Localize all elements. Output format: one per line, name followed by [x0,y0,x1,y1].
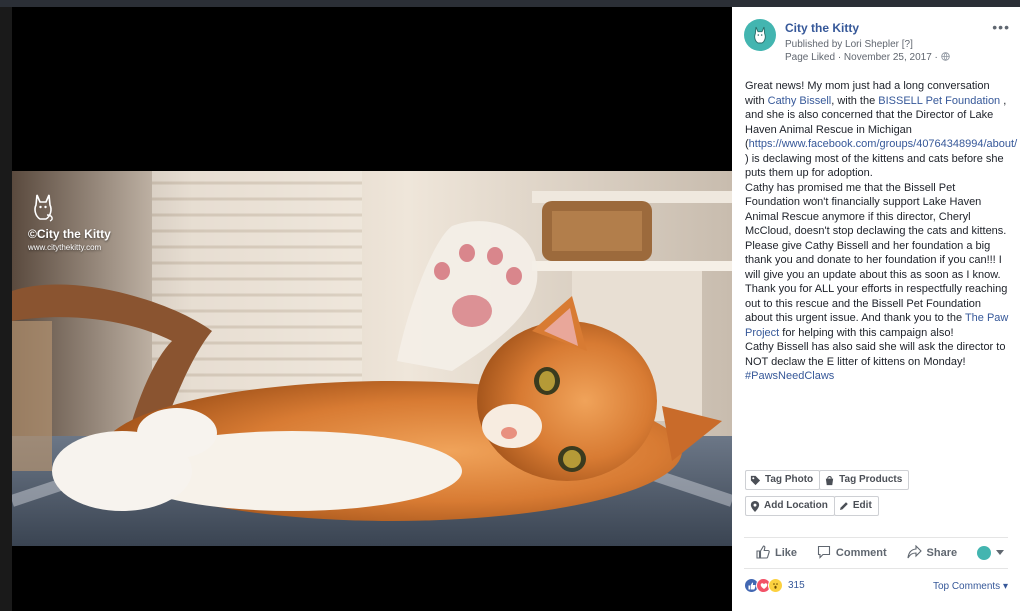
tag-photo-button[interactable]: Tag Photo [745,470,821,490]
page-mini-avatar [977,546,991,560]
like-button[interactable]: Like [756,544,798,562]
post-paragraph-4: Cathy Bissell has also said she will ask… [745,341,1006,368]
wow-reaction-icon [768,578,783,593]
speech-bubble-icon [817,545,831,562]
comment-label: Comment [835,547,887,559]
group-url-link[interactable]: https://www.facebook.com/groups/40764348… [749,138,1017,150]
top-bar-strip [0,0,1020,7]
tag-icon [750,475,761,486]
pencil-icon [839,501,849,511]
post-text: Great news! My mom just had a long conve… [745,79,1018,384]
top-comments-label: Top Comments [932,581,1001,592]
caret-down-icon: ▾ [1002,581,1008,592]
watermark-url: www.citythekitty.com [28,243,102,252]
tag-buttons-row: Tag Photo Tag Products [745,470,910,490]
cathy-bissell-link[interactable]: Cathy Bissell [768,95,832,107]
post-meta-text: Page Liked · November 25, 2017 · [785,52,941,63]
bissell-foundation-link[interactable]: BISSELL Pet Foundation [878,95,1000,107]
post-paragraph-3: Please give Cathy Bissell and her founda… [745,239,1009,339]
reaction-count: 315 [788,580,805,591]
share-button[interactable]: Share [906,544,958,562]
page-avatar[interactable] [744,19,776,51]
bag-icon [824,475,835,486]
tag-products-button[interactable]: Tag Products [819,470,910,490]
like-label: Like [775,547,798,559]
post-meta: Page Liked · November 25, 2017 · [785,52,950,64]
chevron-down-icon [996,547,1004,559]
share-label: Share [926,547,958,559]
photo-viewer[interactable]: ©City the Kitty www.citythekitty.com [12,7,732,611]
reactions-summary[interactable]: 315 [744,578,805,593]
cat-photo-image [12,171,732,546]
add-location-label: Add Location [764,500,828,511]
watermark-name: ©City the Kitty [28,227,111,241]
photo-watermark: ©City the Kitty www.citythekitty.com [28,191,111,252]
location-buttons-row: Add Location Edit [745,496,879,516]
hashtag-link[interactable]: #PawsNeedClaws [745,370,834,382]
edit-label: Edit [852,500,872,511]
kitty-avatar-icon [754,26,766,44]
post-actions-bar: Like Comment Share [744,537,1008,569]
top-comments-dropdown[interactable]: Top Comments ▾ [933,581,1008,592]
globe-icon [940,52,950,64]
page-name-link[interactable]: City the Kitty [785,21,859,35]
pin-icon [750,500,760,512]
more-options-icon[interactable]: ••• [992,19,1010,35]
kitty-logo-icon [34,194,53,222]
post-header: City the Kitty Published by Lori Shepler… [744,19,1012,79]
tag-photo-label: Tag Photo [765,474,814,485]
post-side-panel: City the Kitty Published by Lori Shepler… [732,7,1020,611]
edit-button[interactable]: Edit [833,496,879,516]
post-paragraph-1: Great news! My mom just had a long conve… [745,80,1018,179]
cat-photo[interactable]: ©City the Kitty www.citythekitty.com [12,171,732,546]
post-paragraph-2: Cathy has promised me that the Bissell P… [745,181,1007,238]
add-location-button[interactable]: Add Location [745,496,835,516]
published-by: Published by Lori Shepler [?] [785,39,913,50]
share-arrow-icon [906,544,922,562]
thumbs-up-icon [756,544,770,562]
comment-button[interactable]: Comment [817,545,887,562]
tag-products-label: Tag Products [839,474,903,485]
post-as-selector[interactable] [977,546,1004,560]
